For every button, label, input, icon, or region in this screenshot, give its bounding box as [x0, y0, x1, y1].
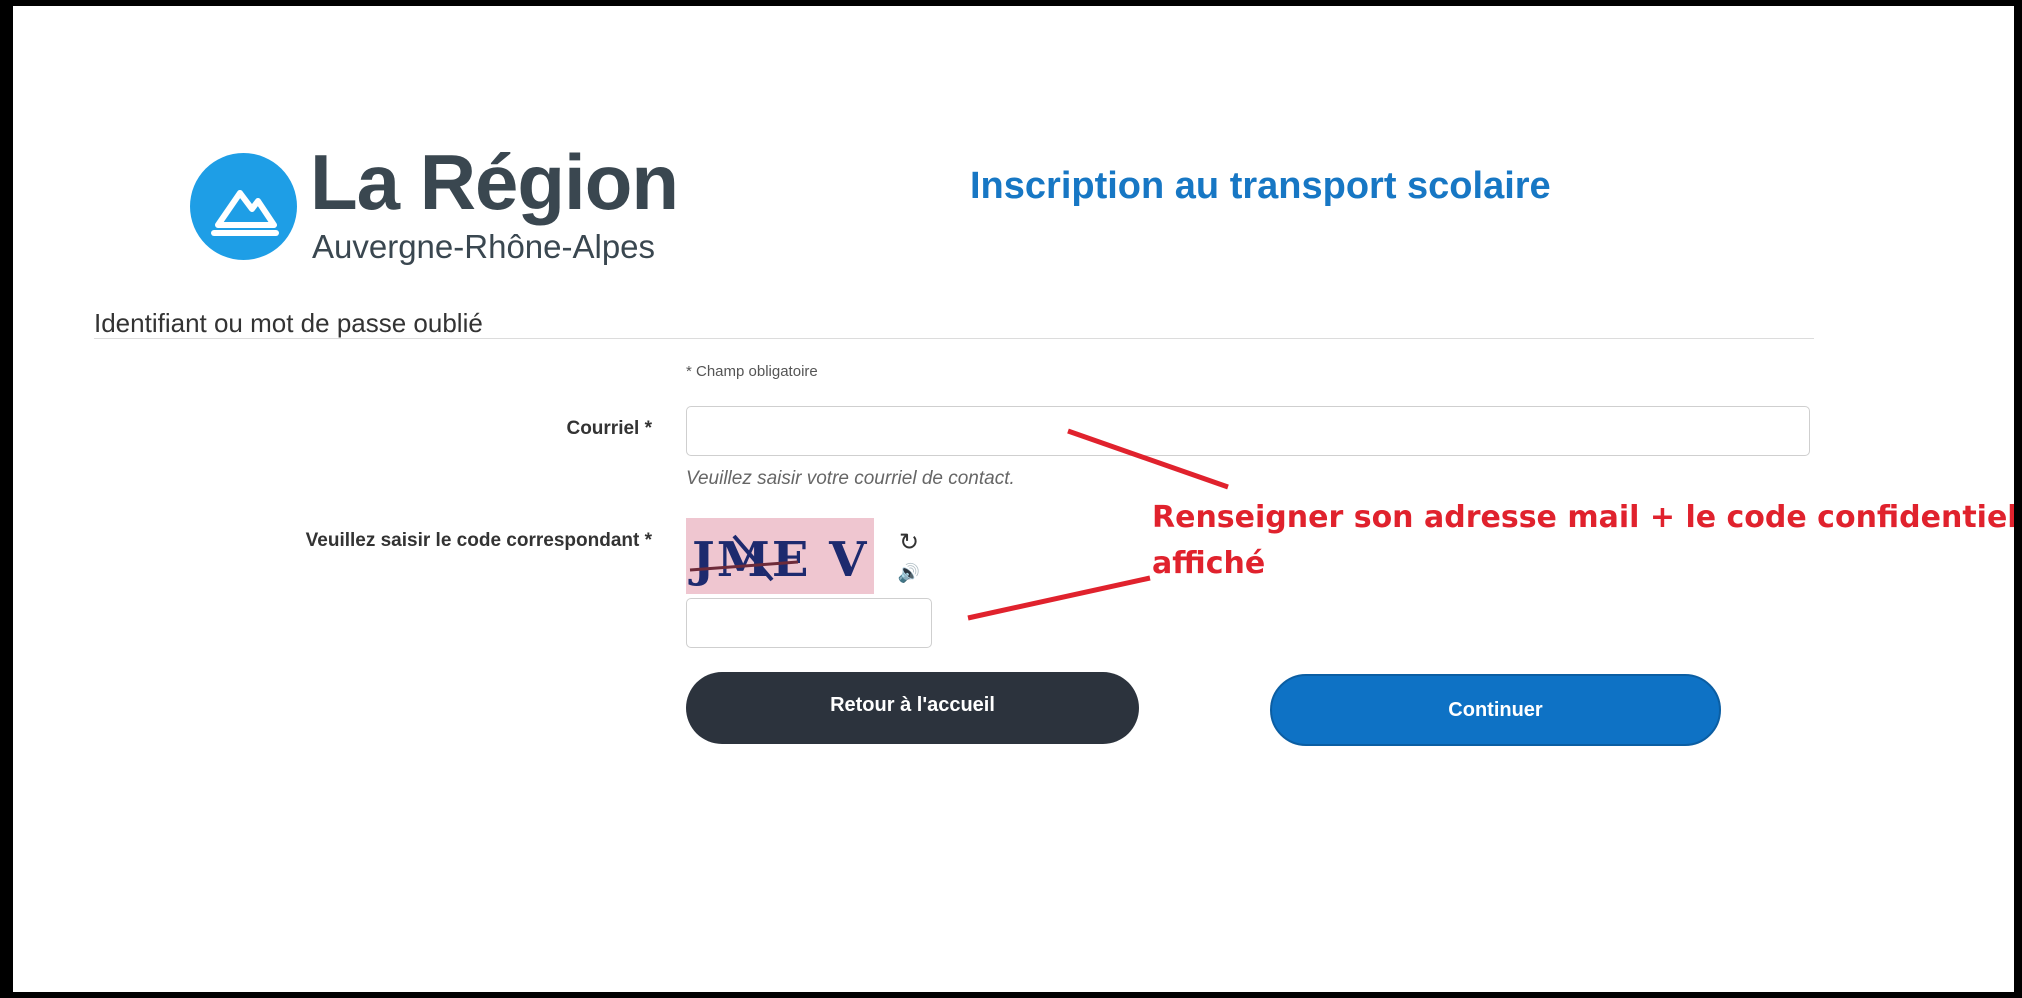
annotation-arrows — [967, 428, 1229, 621]
annotation-line-1: Renseigner son adresse mail + le code co… — [1152, 500, 2018, 535]
annotation-line-2: affiché — [1152, 546, 1266, 581]
